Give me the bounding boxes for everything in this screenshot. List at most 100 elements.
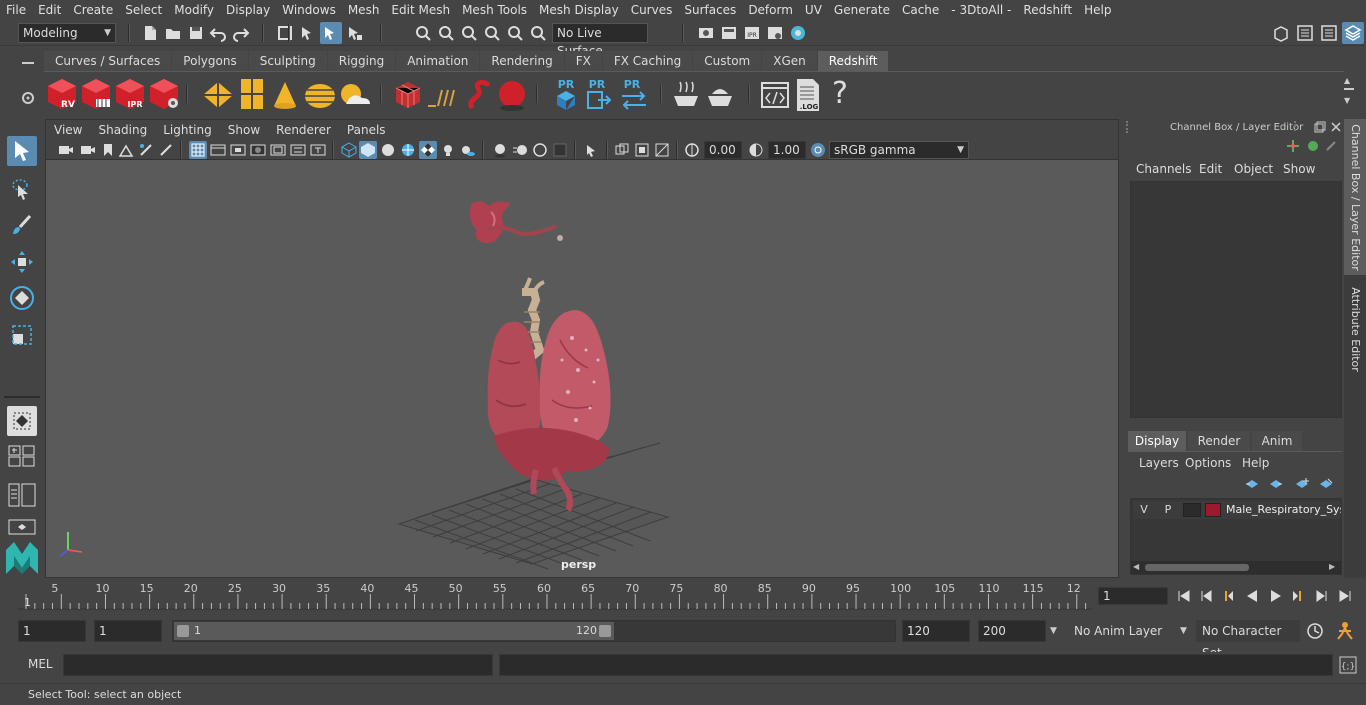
grid-toggle-button[interactable] — [189, 141, 207, 159]
shelf-tab-fx[interactable]: FX — [564, 51, 602, 71]
show-menu[interactable]: Show — [1283, 162, 1315, 176]
redshift-spot-light-icon[interactable] — [272, 80, 298, 110]
viewport-menu-view[interactable]: View — [46, 120, 90, 140]
shelf-tab-curves-surfaces[interactable]: Curves / Surfaces — [44, 51, 172, 71]
move-layer-up-icon[interactable] — [1244, 477, 1260, 491]
lasso-tool-button[interactable] — [7, 174, 37, 204]
redshift-settings-icon[interactable] — [148, 77, 180, 111]
animation-end-field[interactable]: 200 — [978, 620, 1046, 642]
redshift-bake-icon[interactable] — [670, 80, 702, 110]
image-plane-icon[interactable] — [118, 142, 134, 158]
menu-help[interactable]: Help — [1078, 0, 1117, 20]
menu-generate[interactable]: Generate — [828, 0, 896, 20]
layer-tab-anim[interactable]: Anim — [1252, 431, 1302, 451]
resolution-gate-icon[interactable] — [230, 142, 246, 158]
redshift-log-icon[interactable]: .LOG — [794, 77, 822, 113]
menu-create[interactable]: Create — [67, 0, 119, 20]
layers-menu[interactable]: Layers — [1139, 456, 1179, 470]
panel-grip-icon[interactable] — [1294, 121, 1302, 131]
script-editor-icon[interactable]: {;} — [1339, 656, 1357, 674]
rotate-tool-button[interactable] — [7, 283, 37, 313]
snap-live-icon[interactable] — [529, 24, 547, 42]
command-input[interactable] — [63, 654, 493, 676]
time-slider[interactable]: 1 5 10 15 20 25 30 35 40 45 50 55 60 65 70 75 80 85 90 95 1… — [18, 582, 1092, 610]
gear-icon[interactable] — [20, 90, 36, 106]
shelf-tab-xgen[interactable]: XGen — [762, 51, 817, 71]
redshift-sphere-icon[interactable] — [496, 78, 528, 112]
character-set-dropdown[interactable]: No Character Set — [1196, 620, 1300, 660]
gamma-field[interactable]: 1.00 — [768, 141, 806, 159]
range-end-handle[interactable] — [599, 625, 611, 637]
object-menu[interactable]: Object — [1234, 162, 1273, 176]
select-object-mode-button[interactable] — [320, 22, 342, 44]
playback-start-field[interactable]: 1 — [94, 620, 162, 642]
menu-3dtoall[interactable]: - 3DtoAll - — [945, 0, 1017, 20]
channel-box-toggle-button[interactable] — [1342, 22, 1364, 44]
layer-name[interactable]: Male_Respiratory_Syst — [1226, 501, 1341, 519]
animation-preferences-icon[interactable] — [1334, 621, 1356, 641]
safe-action-icon[interactable] — [290, 142, 306, 158]
paint-select-tool-button[interactable] — [7, 210, 37, 240]
script-type-label[interactable]: MEL — [28, 657, 53, 671]
menu-curves[interactable]: Curves — [625, 0, 679, 20]
camera-lock-icon[interactable] — [80, 142, 96, 158]
layer-row[interactable]: V P Male_Respiratory_Syst — [1133, 501, 1341, 519]
range-slider-handle[interactable]: 1 120 — [174, 622, 614, 640]
menu-edit[interactable]: Edit — [32, 0, 67, 20]
selection-mask-icon[interactable] — [276, 24, 294, 42]
wireframe-icon[interactable] — [341, 142, 357, 158]
edit-menu[interactable]: Edit — [1199, 162, 1222, 176]
menu-mesh-display[interactable]: Mesh Display — [533, 0, 625, 20]
shelf-tab-fx-caching[interactable]: FX Caching — [602, 51, 693, 71]
channel-box-side-tab[interactable]: Channel Box / Layer Editor — [1344, 119, 1366, 275]
scroll-right-icon[interactable]: ▶ — [1329, 562, 1335, 571]
motion-blur-icon[interactable] — [512, 142, 528, 158]
options-menu[interactable]: Options — [1185, 456, 1231, 470]
safe-title-icon[interactable] — [310, 142, 326, 158]
current-frame-field[interactable]: 1 — [1098, 587, 1168, 605]
step-back-frame-icon[interactable] — [1198, 588, 1214, 604]
animation-start-field[interactable]: 1 — [18, 620, 86, 642]
snap-view-icon[interactable] — [483, 24, 501, 42]
hypershade-icon[interactable] — [766, 24, 784, 42]
wireframe-on-shaded-icon[interactable] — [400, 142, 416, 158]
move-tool-button[interactable] — [7, 247, 37, 277]
redshift-proxy-icon[interactable] — [394, 80, 422, 110]
shelf-tab-rigging[interactable]: Rigging — [327, 51, 396, 71]
redshift-area-light-icon[interactable] — [240, 78, 264, 110]
channels-list[interactable] — [1130, 181, 1342, 418]
redshift-ipr-icon[interactable]: IPR — [114, 77, 146, 111]
film-gate-icon[interactable] — [210, 142, 226, 158]
shadows-icon[interactable] — [460, 142, 476, 158]
shelf-tab-rendering[interactable]: Rendering — [480, 51, 564, 71]
redshift-volume-icon[interactable] — [426, 80, 460, 110]
go-to-end-icon[interactable] — [1337, 588, 1353, 604]
menu-windows[interactable]: Windows — [276, 0, 342, 20]
render-settings-icon[interactable] — [697, 24, 715, 42]
open-scene-icon[interactable] — [164, 24, 182, 42]
snap-surface-icon[interactable] — [506, 24, 524, 42]
viewport-menu-panels[interactable]: Panels — [339, 120, 394, 140]
bookmark-icon[interactable] — [100, 142, 116, 158]
snap-curve-icon[interactable] — [437, 24, 455, 42]
new-layer-icon[interactable] — [1294, 477, 1310, 491]
menu-deform[interactable]: Deform — [742, 0, 799, 20]
shelf-menu-icon[interactable] — [1344, 88, 1354, 90]
new-scene-icon[interactable] — [141, 24, 159, 42]
viewport-menu-renderer[interactable]: Renderer — [268, 120, 339, 140]
layer-list[interactable]: V P Male_Respiratory_Syst ◀ ▶ — [1130, 498, 1342, 575]
step-forward-frame-icon[interactable] — [1314, 588, 1330, 604]
grease-pencil-icon[interactable] — [138, 142, 154, 158]
layout-quad-icon[interactable] — [8, 444, 36, 468]
anti-aliasing-icon[interactable] — [532, 142, 548, 158]
layout-persp-icon[interactable] — [8, 518, 36, 536]
scroll-up-icon[interactable]: ▲ — [1344, 76, 1350, 85]
gamma-icon[interactable] — [748, 142, 764, 158]
last-tool-button[interactable] — [7, 406, 37, 436]
attribute-editor-side-tab[interactable]: Attribute Editor — [1344, 279, 1366, 379]
layer-playback-toggle[interactable]: P — [1159, 501, 1177, 519]
play-backwards-icon[interactable] — [1244, 588, 1260, 604]
layer-tab-display[interactable]: Display — [1128, 431, 1186, 451]
layer-color-swatch[interactable] — [1205, 503, 1221, 517]
redshift-dome-light-icon[interactable] — [303, 80, 337, 110]
